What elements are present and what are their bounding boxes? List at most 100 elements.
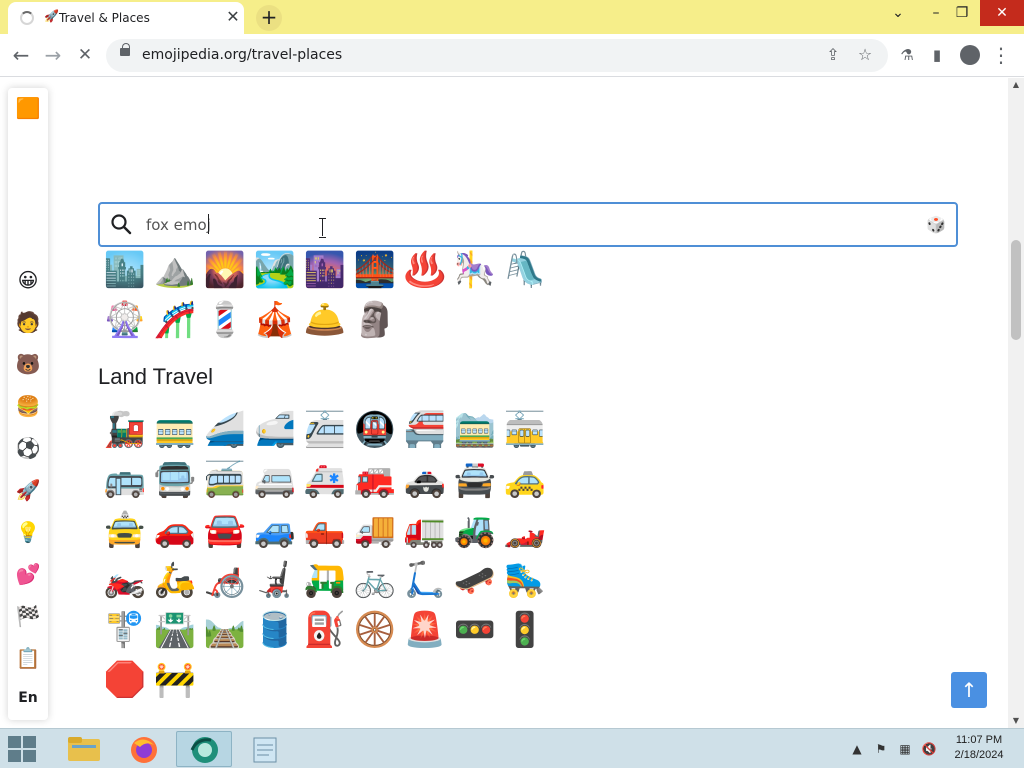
emoji-tile[interactable]: 🚃 — [150, 408, 200, 452]
emoji-tile[interactable]: 🗿 — [350, 298, 400, 342]
sidebar-item-animals[interactable]: 🐻 — [14, 350, 42, 378]
sidebar-item-components[interactable]: 📋 — [14, 644, 42, 672]
emoji-tile[interactable]: 🚐 — [250, 458, 300, 502]
emoji-tile[interactable]: 🎡 — [100, 298, 150, 342]
emoji-tile[interactable]: 🚥 — [450, 608, 500, 652]
tab-search-dropdown-icon[interactable]: ⌄ — [880, 0, 916, 26]
start-button[interactable] — [8, 736, 38, 762]
close-window-button[interactable]: ✕ — [980, 0, 1024, 26]
emoji-tile[interactable]: 🛺 — [300, 558, 350, 602]
emoji-tile[interactable]: 🏙️ — [100, 248, 150, 292]
emoji-tile[interactable]: 🛹 — [450, 558, 500, 602]
emoji-tile[interactable]: 🚑 — [300, 458, 350, 502]
emoji-tile[interactable]: 🎢 — [150, 298, 200, 342]
emoji-tile[interactable]: 🚌 — [100, 458, 150, 502]
emoji-tile[interactable]: 🚜 — [450, 508, 500, 552]
emoji-tile[interactable]: 🚎 — [200, 458, 250, 502]
restore-button[interactable]: ❐ — [944, 0, 980, 26]
emoji-tile[interactable]: 🚈 — [300, 408, 350, 452]
emoji-tile[interactable]: 🚔 — [450, 458, 500, 502]
share-icon[interactable]: ⇪ — [822, 44, 844, 66]
emoji-tile[interactable]: 🚛 — [400, 508, 450, 552]
emoji-tile[interactable]: 🚕 — [500, 458, 550, 502]
emoji-tile[interactable]: 🚙 — [250, 508, 300, 552]
emoji-tile[interactable]: 🛻 — [300, 508, 350, 552]
emoji-tile[interactable]: 🚄 — [200, 408, 250, 452]
emoji-tile[interactable]: 💈 — [200, 298, 250, 342]
emoji-tile[interactable]: 🛴 — [400, 558, 450, 602]
emoji-tile[interactable]: 🚝 — [400, 408, 450, 452]
back-button[interactable]: ← — [8, 42, 34, 68]
lock-icon[interactable] — [120, 43, 130, 56]
emoji-tile[interactable]: 🏍️ — [100, 558, 150, 602]
volume-muted-icon[interactable]: 🔇 — [920, 740, 938, 758]
sidebar-item-symbols[interactable]: 💕 — [14, 560, 42, 588]
emoji-tile[interactable]: 🦽 — [200, 558, 250, 602]
emoji-tile[interactable]: 🚧 — [150, 658, 200, 702]
side-panel-icon[interactable]: ▮ — [924, 42, 950, 68]
stop-loading-button[interactable]: ✕ — [72, 42, 98, 68]
emoji-tile[interactable]: 🛢️ — [250, 608, 300, 652]
tab-travel-places[interactable]: 🚀 Travel & Places ✕ — [8, 2, 244, 34]
scroll-down-arrow-icon[interactable]: ▼ — [1008, 714, 1024, 728]
emoji-tile[interactable]: 🚒 — [350, 458, 400, 502]
emoji-tile[interactable]: 🦼 — [250, 558, 300, 602]
emoji-tile[interactable]: 🛝 — [500, 248, 550, 292]
sidebar-item-activities[interactable]: ⚽ — [14, 434, 42, 462]
firefox-app[interactable] — [116, 731, 172, 767]
emoji-tile[interactable]: 🚨 — [400, 608, 450, 652]
scroll-up-arrow-icon[interactable]: ▲ — [1008, 78, 1024, 92]
extensions-icon[interactable]: ⚗ — [894, 42, 920, 68]
emoji-tile[interactable]: 🎠 — [450, 248, 500, 292]
bookmark-star-icon[interactable]: ☆ — [854, 44, 876, 66]
tray-overflow-icon[interactable]: ▲ — [848, 740, 866, 758]
tab-close-icon[interactable]: ✕ — [224, 8, 242, 26]
search-input[interactable] — [146, 212, 906, 238]
emoji-tile[interactable]: 🚂 — [100, 408, 150, 452]
forward-button[interactable]: → — [40, 42, 66, 68]
notepad-app[interactable] — [236, 731, 292, 767]
emoji-tile[interactable]: 🛎️ — [300, 298, 350, 342]
emoji-tile[interactable]: 🚖 — [100, 508, 150, 552]
emoji-tile[interactable]: 🛵 — [150, 558, 200, 602]
vertical-scrollbar[interactable]: ▲ ▼ — [1008, 78, 1024, 728]
emoji-tile[interactable]: 🏞️ — [250, 248, 300, 292]
emoji-tile[interactable]: 🚓 — [400, 458, 450, 502]
emoji-tile[interactable]: 🛞 — [350, 608, 400, 652]
emoji-tile[interactable]: ⛽ — [300, 608, 350, 652]
emoji-tile[interactable]: ♨️ — [400, 248, 450, 292]
emoji-tile[interactable]: 🛣️ — [150, 608, 200, 652]
emojipedia-logo-icon[interactable]: 🟧 — [14, 94, 42, 122]
chrome-app[interactable] — [176, 731, 232, 767]
emoji-tile[interactable]: 🚲 — [350, 558, 400, 602]
random-dice-icon[interactable]: 🎲 — [926, 215, 946, 234]
emoji-tile[interactable]: 🚚 — [350, 508, 400, 552]
file-explorer-app[interactable] — [56, 731, 112, 767]
scrollbar-thumb[interactable] — [1011, 240, 1021, 340]
emoji-tile[interactable]: 🚍 — [150, 458, 200, 502]
browser-menu-icon[interactable]: ⋮ — [988, 42, 1014, 68]
scroll-to-top-button[interactable]: ↑ — [951, 672, 987, 708]
sidebar-item-people[interactable]: 🧑 — [14, 308, 42, 336]
emoji-tile[interactable]: 🚋 — [500, 408, 550, 452]
sidebar-item-objects[interactable]: 💡 — [14, 518, 42, 546]
emoji-tile[interactable]: ⛰️ — [150, 248, 200, 292]
new-tab-button[interactable]: + — [256, 5, 282, 31]
emoji-tile[interactable]: 🌉 — [350, 248, 400, 292]
sidebar-item-smileys[interactable]: 😀 — [14, 266, 42, 294]
sidebar-item-flags[interactable]: 🏁 — [14, 602, 42, 630]
emoji-tile[interactable]: 🚘 — [200, 508, 250, 552]
emoji-tile[interactable]: 🏎️ — [500, 508, 550, 552]
emoji-tile[interactable]: 🚦 — [500, 608, 550, 652]
url-text[interactable]: emojipedia.org/travel-places — [142, 47, 342, 63]
emoji-tile[interactable]: 🚞 — [450, 408, 500, 452]
emoji-tile[interactable]: 🛤️ — [200, 608, 250, 652]
profile-avatar-icon[interactable] — [960, 45, 980, 65]
emoji-tile[interactable]: 🛑 — [100, 658, 150, 702]
emoji-tile[interactable]: 🚏 — [100, 608, 150, 652]
network-icon[interactable]: ▦ — [896, 740, 914, 758]
address-bar[interactable]: emojipedia.org/travel-places ⇪ ☆ — [106, 39, 888, 72]
sidebar-item-food[interactable]: 🍔 — [14, 392, 42, 420]
sidebar-item-travel[interactable]: 🚀 — [14, 476, 42, 504]
flag-icon[interactable]: ⚑ — [872, 740, 890, 758]
